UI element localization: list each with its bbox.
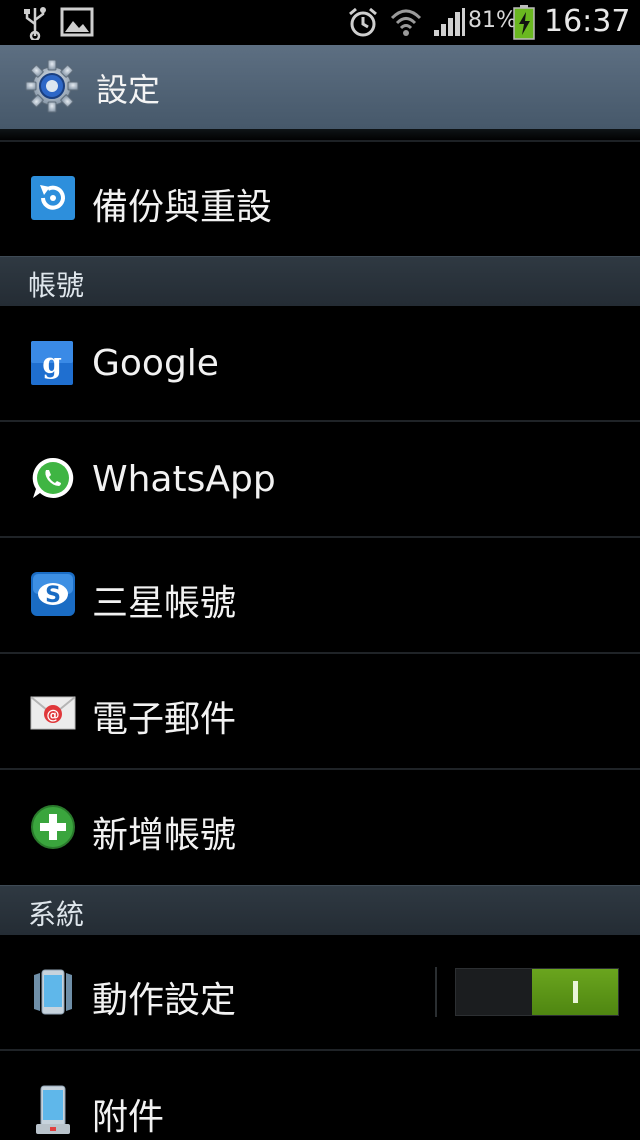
alarm-icon <box>349 7 377 37</box>
list-item-label: Google <box>92 343 219 384</box>
status-bar: 81% 16:37 <box>0 0 640 45</box>
accessory-icon <box>36 1085 70 1134</box>
list-item-label: 附件 <box>92 1097 165 1138</box>
action-bar: 設定 <box>0 45 640 129</box>
toggle-on-knob <box>532 969 618 1015</box>
svg-text:g: g <box>42 347 62 380</box>
page-title: 設定 <box>96 71 161 109</box>
status-time: 16:37 <box>544 4 631 39</box>
toggle-separator <box>435 967 437 1017</box>
list-item-motion[interactable]: 動作設定 <box>0 935 640 1049</box>
list-item-label: 三星帳號 <box>92 583 237 624</box>
list-item-email[interactable]: @ 電子郵件 <box>0 654 640 768</box>
list-item-whatsapp[interactable]: WhatsApp <box>0 422 640 536</box>
svg-text:@: @ <box>47 708 60 723</box>
list-item-label: 新增帳號 <box>92 815 237 856</box>
email-icon: @ <box>30 696 76 730</box>
samsung-account-icon: S <box>31 572 75 616</box>
whatsapp-icon <box>32 457 74 498</box>
battery-charging-icon <box>513 5 535 40</box>
list-item-google[interactable]: g Google <box>0 306 640 420</box>
motion-toggle[interactable] <box>455 968 619 1016</box>
list-item-backup-reset[interactable]: 備份與重設 <box>0 142 640 256</box>
add-account-icon <box>31 805 75 849</box>
list-item-accessory[interactable]: 附件 <box>0 1051 640 1138</box>
usb-icon <box>24 7 46 40</box>
motion-icon <box>34 969 72 1015</box>
list-item-label: 電子郵件 <box>92 699 237 740</box>
section-title: 帳號 <box>28 269 85 302</box>
list-item-label: WhatsApp <box>92 459 276 500</box>
list-item-label: 備份與重設 <box>92 187 273 228</box>
google-icon: g <box>31 341 73 385</box>
list-item-samsung-account[interactable]: S 三星帳號 <box>0 538 640 652</box>
image-icon <box>60 7 94 37</box>
section-title: 系統 <box>28 898 85 931</box>
signal-icon <box>434 8 465 36</box>
svg-text:S: S <box>45 583 61 608</box>
wifi-icon <box>390 9 422 36</box>
list-item-add-account[interactable]: 新增帳號 <box>0 770 640 884</box>
section-header-system: 系統 <box>0 885 640 935</box>
settings-gear-icon[interactable] <box>24 58 80 114</box>
battery-percent: 81% <box>468 8 517 33</box>
backup-reset-icon <box>31 176 75 220</box>
list-item-label: 動作設定 <box>92 980 237 1021</box>
section-header-accounts: 帳號 <box>0 256 640 306</box>
